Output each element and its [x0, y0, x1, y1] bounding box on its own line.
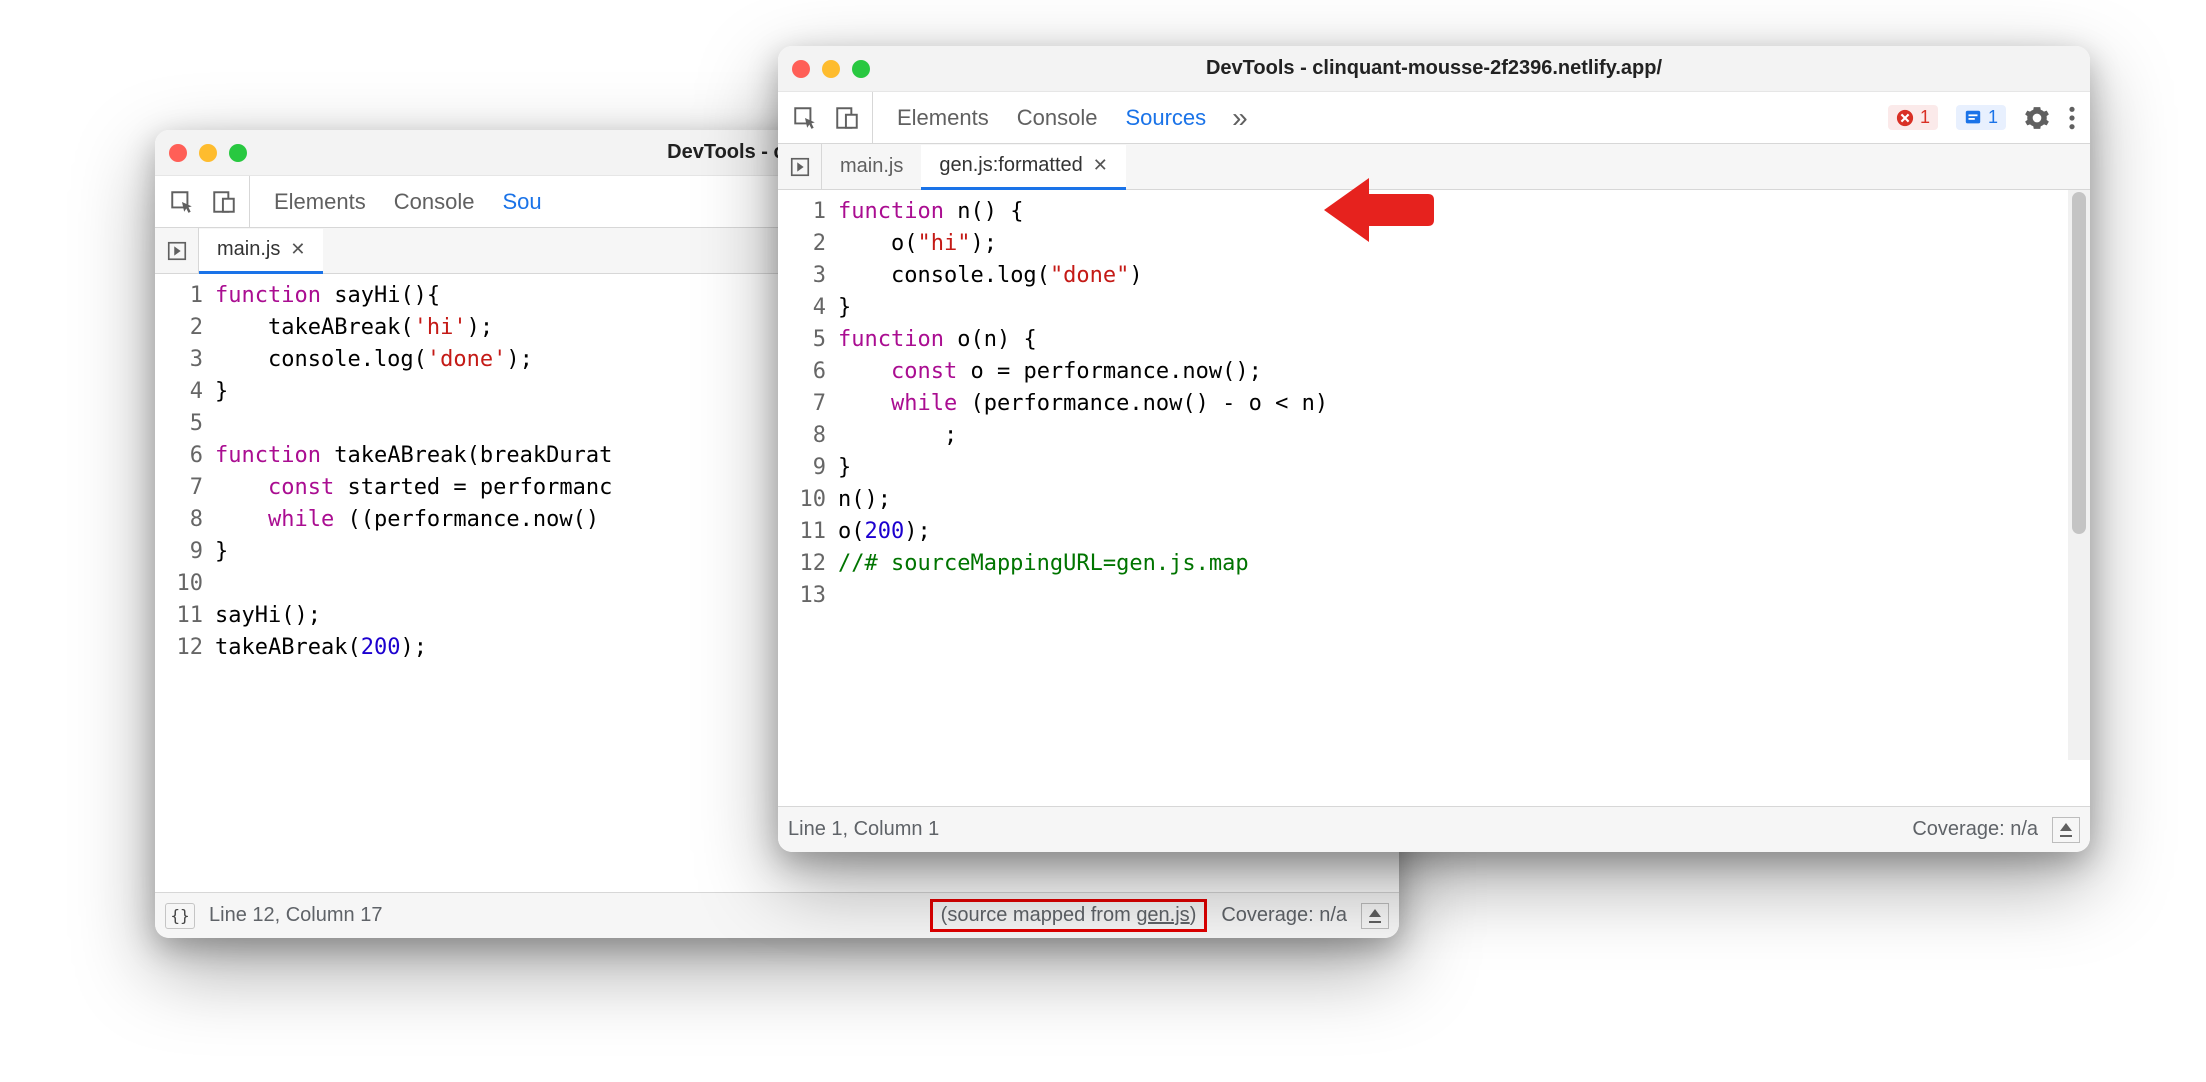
close-icon[interactable]: ✕	[290, 239, 305, 260]
status-bar: {} Line 12, Column 17 (source mapped fro…	[155, 892, 1399, 938]
more-panels-chevron-icon[interactable]: »	[1232, 102, 1248, 134]
close-icon[interactable]: ✕	[1093, 155, 1108, 176]
panel-sources[interactable]: Sources	[1123, 92, 1208, 147]
scrollbar-thumb[interactable]	[2072, 192, 2086, 534]
device-toggle-icon[interactable]	[211, 189, 237, 215]
minimize-window-button[interactable]	[199, 144, 217, 162]
traffic-lights	[169, 144, 247, 162]
inspect-element-icon[interactable]	[792, 105, 818, 131]
traffic-lights	[792, 60, 870, 78]
file-tab-gen-js-formatted[interactable]: gen.js:formatted ✕	[921, 145, 1126, 190]
minimize-window-button[interactable]	[822, 60, 840, 78]
line-numbers: 123456789101112	[155, 280, 215, 892]
window-title: DevTools - clinquant-mousse-2f2396.netli…	[778, 57, 2090, 80]
titlebar: DevTools - clinquant-mousse-2f2396.netli…	[778, 46, 2090, 92]
panel-elements[interactable]: Elements	[895, 103, 991, 133]
file-tab-main-js[interactable]: main.js	[822, 144, 921, 189]
panel-console[interactable]: Console	[1015, 103, 1100, 133]
navigator-toggle-icon[interactable]	[778, 144, 822, 189]
devtools-window-front: DevTools - clinquant-mousse-2f2396.netli…	[778, 46, 2090, 852]
error-count-badge[interactable]: 1	[1888, 105, 1938, 130]
line-numbers: 12345678910111213	[778, 196, 838, 806]
coverage-label: Coverage: n/a	[1912, 818, 2038, 841]
code-editor[interactable]: 12345678910111213 function n() { o("hi")…	[778, 190, 2090, 806]
status-bar: Line 1, Column 1 Coverage: n/a	[778, 806, 2090, 852]
file-tab-label: main.js	[840, 155, 903, 178]
issue-count-badge[interactable]: 1	[1956, 105, 2006, 130]
navigator-toggle-icon[interactable]	[155, 228, 199, 273]
cursor-position: Line 1, Column 1	[788, 818, 939, 841]
main-toolbar: Elements Console Sources » 1 1	[778, 92, 2090, 144]
panel-elements[interactable]: Elements	[272, 187, 368, 217]
source-mapped-label[interactable]: (source mapped from gen.js)	[930, 899, 1208, 932]
code-content[interactable]: function n() { o("hi"); console.log("don…	[838, 196, 2090, 806]
maximize-window-button[interactable]	[229, 144, 247, 162]
close-window-button[interactable]	[792, 60, 810, 78]
panel-sources[interactable]: Sou	[500, 176, 543, 231]
pretty-print-button[interactable]: {}	[165, 903, 195, 929]
file-tabs: main.js gen.js:formatted ✕	[778, 144, 2090, 190]
file-tab-label: gen.js:formatted	[939, 154, 1082, 177]
more-menu-icon[interactable]	[2068, 105, 2076, 131]
cursor-position: Line 12, Column 17	[209, 904, 382, 927]
inspect-element-icon[interactable]	[169, 189, 195, 215]
settings-gear-icon[interactable]	[2024, 105, 2050, 131]
coverage-label: Coverage: n/a	[1221, 904, 1347, 927]
file-tab-label: main.js	[217, 238, 280, 261]
expand-panel-button[interactable]	[1361, 903, 1389, 929]
device-toggle-icon[interactable]	[834, 105, 860, 131]
vertical-scrollbar[interactable]	[2068, 190, 2090, 760]
expand-panel-button[interactable]	[2052, 817, 2080, 843]
maximize-window-button[interactable]	[852, 60, 870, 78]
panel-console[interactable]: Console	[392, 187, 477, 217]
file-tab-main-js[interactable]: main.js ✕	[199, 229, 323, 274]
close-window-button[interactable]	[169, 144, 187, 162]
